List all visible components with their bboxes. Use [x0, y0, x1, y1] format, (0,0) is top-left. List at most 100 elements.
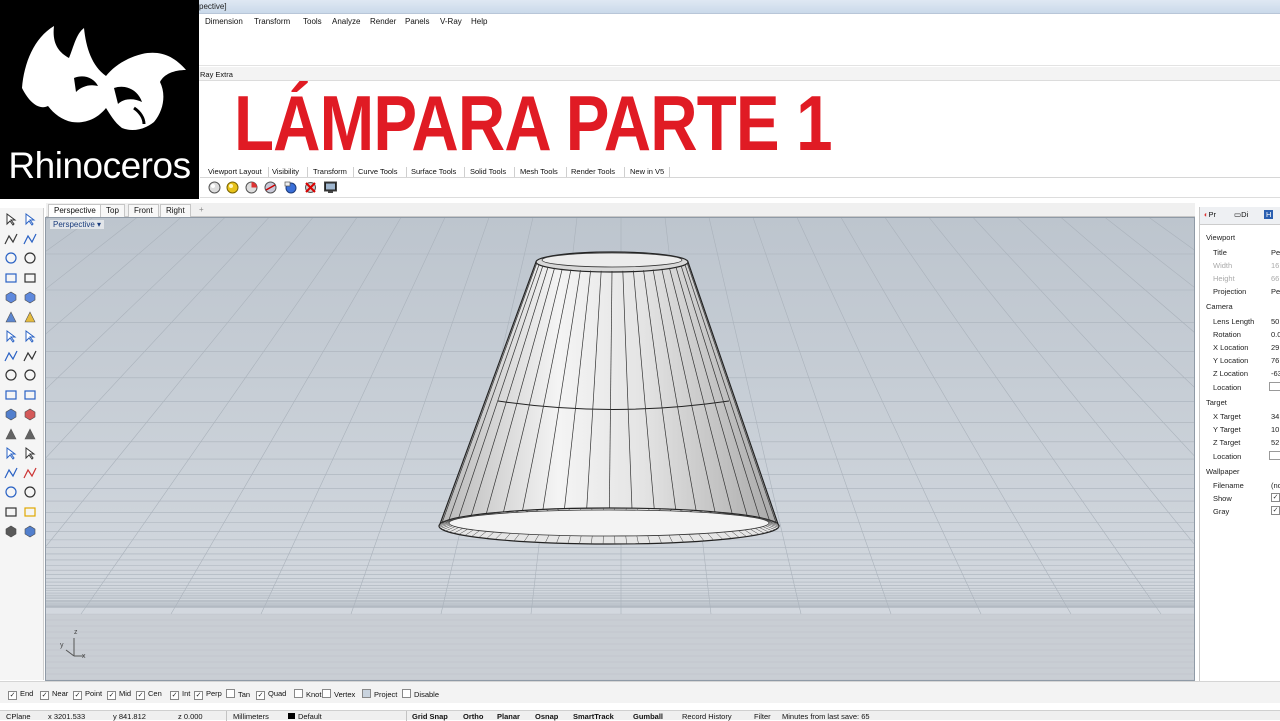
menu-analyze[interactable]: Analyze	[332, 17, 360, 26]
point-icon[interactable]	[23, 212, 37, 226]
shaded-sphere-icon[interactable]	[208, 181, 221, 194]
mirror-icon[interactable]	[23, 485, 37, 499]
perspective-viewport[interactable]: Perspective ▾ z x y	[45, 217, 1195, 681]
osnap-checkbox[interactable]: ✓	[8, 691, 17, 700]
mesh-icon[interactable]	[4, 485, 18, 499]
osnap-knot[interactable]: Knot	[294, 689, 321, 700]
select-arrow-icon[interactable]	[4, 212, 18, 226]
target-place-button[interactable]	[1269, 451, 1280, 460]
rotate-icon[interactable]	[4, 427, 18, 441]
menu-vray[interactable]: V-Ray	[440, 17, 462, 26]
tab-perspective[interactable]: Perspective	[48, 204, 102, 217]
menu-help[interactable]: Help	[471, 17, 487, 26]
tab-properties[interactable]: ◐Pr	[1204, 210, 1216, 219]
cylinder-icon[interactable]	[4, 349, 18, 363]
prop-title-value[interactable]: Pe	[1271, 248, 1280, 257]
color-sphere-icon[interactable]	[245, 181, 258, 194]
monitor-icon[interactable]	[324, 181, 337, 194]
osnap-checkbox[interactable]: ✓	[256, 691, 265, 700]
circle-icon[interactable]	[4, 251, 18, 265]
location-place-button[interactable]	[1269, 382, 1280, 391]
cap-icon[interactable]	[4, 524, 18, 538]
tab-right[interactable]: Right	[160, 204, 191, 217]
render-icon[interactable]	[23, 524, 37, 538]
prop-lens-length-value[interactable]: 50	[1271, 317, 1279, 326]
add-viewport-tab-button[interactable]: +	[194, 204, 209, 217]
osnap-vertex[interactable]: Vertex	[322, 689, 355, 700]
prop-z-location-value[interactable]: -63	[1271, 369, 1280, 378]
freeform-icon[interactable]	[23, 310, 37, 324]
array-icon[interactable]	[23, 466, 37, 480]
prop-projection-value[interactable]: Pe	[1271, 287, 1280, 296]
sphere-icon[interactable]	[23, 329, 37, 343]
box-icon[interactable]	[4, 329, 18, 343]
osnap-checkbox[interactable]	[362, 689, 371, 698]
tab-visibility[interactable]: Visibility	[272, 167, 299, 176]
osnap-quad[interactable]: ✓Quad	[256, 689, 286, 700]
rendered-sphere-icon[interactable]	[226, 181, 239, 194]
surface-icon[interactable]	[23, 349, 37, 363]
osnap-mid[interactable]: ✓Mid	[107, 689, 131, 700]
tab-new-in-v5[interactable]: New in V5	[630, 167, 664, 176]
prop-filename-value[interactable]: (no	[1271, 481, 1280, 490]
move-icon[interactable]	[4, 388, 18, 402]
osnap-perp[interactable]: ✓Perp	[194, 689, 222, 700]
osnap-checkbox[interactable]	[322, 689, 331, 698]
tab-transform[interactable]: Transform	[313, 167, 347, 176]
prop-rotation-value[interactable]: 0.0	[1271, 330, 1280, 339]
prop-y-target-value[interactable]: 10	[1271, 425, 1279, 434]
osnap-cen[interactable]: ✓Cen	[136, 689, 162, 700]
trim-icon[interactable]	[23, 368, 37, 382]
osnap-project[interactable]: Project	[362, 689, 397, 700]
explode-icon[interactable]	[4, 368, 18, 382]
menu-dimension[interactable]: Dimension	[205, 17, 243, 26]
circle-3pt-icon[interactable]	[23, 251, 37, 265]
osnap-point[interactable]: ✓Point	[73, 689, 102, 700]
osnap-tan[interactable]: Tan	[226, 689, 250, 700]
tab-mesh-tools[interactable]: Mesh Tools	[520, 167, 558, 176]
tab-vray-extra[interactable]: Ray Extra	[200, 70, 233, 79]
osnap-checkbox[interactable]: ✓	[40, 691, 49, 700]
extrude-icon[interactable]	[4, 466, 18, 480]
gray-checkbox[interactable]: ✓	[1271, 506, 1280, 515]
prop-y-location-value[interactable]: 76	[1271, 356, 1279, 365]
chevron-down-icon[interactable]: ▾	[97, 220, 101, 229]
osnap-near[interactable]: ✓Near	[40, 689, 68, 700]
delete-render-icon[interactable]	[304, 181, 317, 194]
osnap-end[interactable]: ✓End	[8, 689, 33, 700]
osnap-checkbox[interactable]: ✓	[170, 691, 179, 700]
osnap-checkbox[interactable]: ✓	[107, 691, 116, 700]
show-checkbox[interactable]: ✓	[1271, 493, 1280, 502]
osnap-checkbox[interactable]	[294, 689, 303, 698]
tab-top[interactable]: Top	[100, 204, 125, 217]
menu-transform[interactable]: Transform	[254, 17, 290, 26]
ellipse-icon[interactable]	[4, 290, 18, 304]
tab-curve-tools[interactable]: Curve Tools	[358, 167, 397, 176]
environment-icon[interactable]	[284, 181, 297, 194]
boolean-icon[interactable]	[4, 407, 18, 421]
tab-surface-tools[interactable]: Surface Tools	[411, 167, 456, 176]
osnap-checkbox[interactable]	[226, 689, 235, 698]
boolean-diff-icon[interactable]	[23, 407, 37, 421]
tab-solid-tools[interactable]: Solid Tools	[470, 167, 506, 176]
viewport-title-label[interactable]: Perspective ▾	[50, 220, 104, 229]
osnap-int[interactable]: ✓Int	[170, 689, 190, 700]
prop-x-location-value[interactable]: 29	[1271, 343, 1279, 352]
osnap-checkbox[interactable]: ✓	[73, 691, 82, 700]
menu-tools[interactable]: Tools	[303, 17, 322, 26]
arc-icon[interactable]	[4, 271, 18, 285]
tab-viewport-layout[interactable]: Viewport Layout	[208, 167, 262, 176]
osnap-checkbox[interactable]: ✓	[194, 691, 203, 700]
tab-help[interactable]: H	[1264, 210, 1273, 219]
menu-panels[interactable]: Panels	[405, 17, 429, 26]
tab-render-tools[interactable]: Render Tools	[571, 167, 615, 176]
prop-z-target-value[interactable]: 52	[1271, 438, 1279, 447]
prop-x-target-value[interactable]: 34	[1271, 412, 1279, 421]
text-icon[interactable]	[4, 446, 18, 460]
scale-icon[interactable]	[23, 427, 37, 441]
material-sphere-icon[interactable]	[264, 181, 277, 194]
tab-display[interactable]: ▭Di	[1234, 210, 1248, 219]
menu-render[interactable]: Render	[370, 17, 396, 26]
polyline-icon[interactable]	[4, 232, 18, 246]
align-icon[interactable]	[23, 388, 37, 402]
